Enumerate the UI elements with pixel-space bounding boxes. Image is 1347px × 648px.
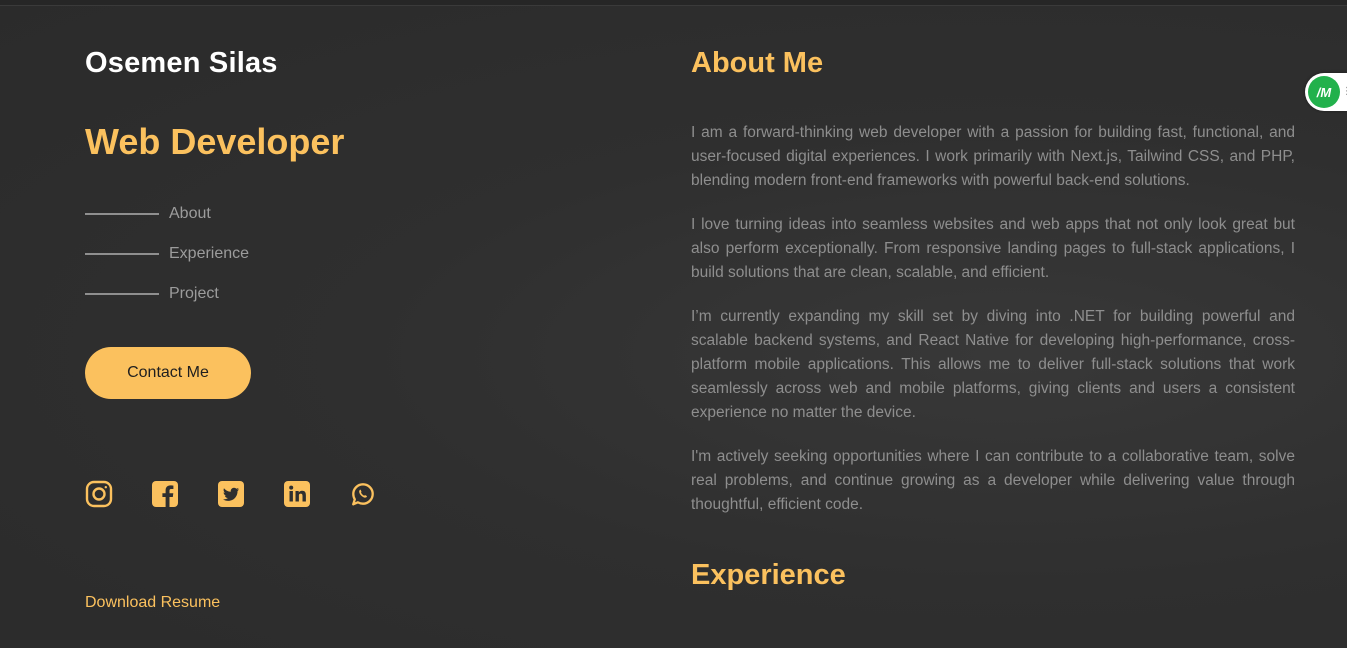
instagram-icon[interactable] [85,480,113,508]
about-section-title: About Me [691,47,824,79]
nav-item-about[interactable]: About [85,203,249,243]
nav-indicator-line [85,253,159,255]
nav-item-label: Experience [169,245,250,262]
nav-indicator-line [85,213,159,215]
about-section-body: I am a forward-thinking web developer wi… [691,121,1295,537]
linkedin-icon[interactable] [283,480,311,508]
social-links [85,480,415,508]
about-paragraph: I’m currently expanding my skill set by … [691,308,1295,421]
nav-item-label: About [169,205,211,222]
about-paragraph: I'm actively seeking opportunities where… [691,448,1295,513]
about-paragraph: I love turning ideas into seamless websi… [691,216,1295,281]
nav-item-experience[interactable]: Experience [85,243,249,283]
nav-item-label: Project [169,285,219,302]
whatsapp-icon[interactable] [349,480,377,508]
experience-section-title: Experience [691,559,846,591]
nav-indicator-line [85,293,159,295]
section-nav: About Experience Project [85,203,249,323]
nav-item-project[interactable]: Project [85,283,249,323]
browser-extension-badge[interactable]: /M ⋮ [1305,73,1347,111]
extension-logo-icon: /M [1308,76,1340,108]
about-paragraph: I am a forward-thinking web developer wi… [691,124,1295,189]
contact-me-button[interactable]: Contact Me [85,347,251,399]
more-dots-icon: ⋮ [1342,86,1347,97]
profile-role: Web Developer [85,121,345,162]
facebook-icon[interactable] [151,480,179,508]
browser-top-edge [0,0,1347,6]
profile-name: Osemen Silas [85,47,278,79]
download-resume-link[interactable]: Download Resume [85,594,220,612]
twitter-icon[interactable] [217,480,245,508]
